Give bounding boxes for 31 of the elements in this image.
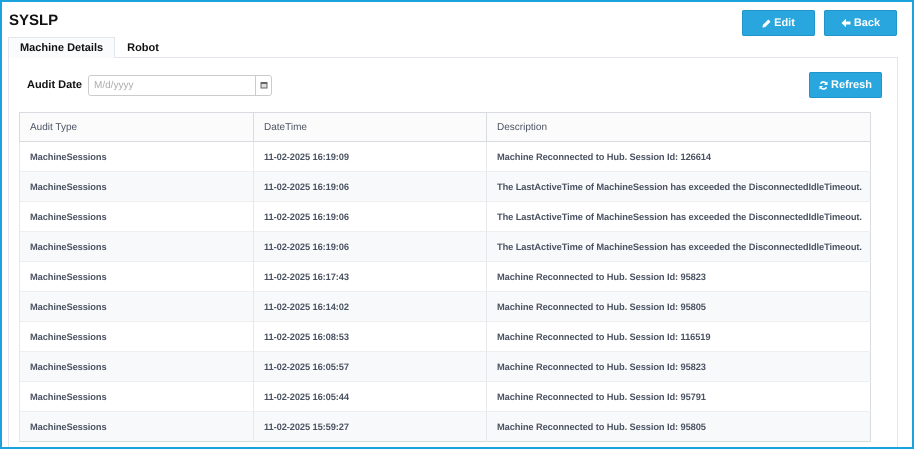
refresh-icon: [819, 80, 828, 90]
table-cell: MachineSessions: [20, 232, 254, 262]
edit-button[interactable]: Edit: [742, 10, 815, 36]
table-cell: 11-02-2025 16:14:02: [254, 292, 486, 322]
column-header: Audit Type: [20, 112, 254, 142]
table-cell: MachineSessions: [20, 292, 254, 322]
tab[interactable]: Robot: [115, 37, 171, 58]
table-cell: MachineSessions: [20, 172, 254, 202]
table-cell: MachineSessions: [20, 352, 254, 382]
table-cell: 11-02-2025 16:05:57: [254, 352, 486, 382]
pencil-icon: [762, 18, 772, 28]
table-cell: MachineSessions: [20, 412, 254, 442]
column-header: Description: [486, 112, 870, 142]
table-cell: 11-02-2025 16:19:06: [254, 172, 486, 202]
table-cell: The LastActiveTime of MachineSession has exceeded the DisconnectedIdleTimeout.: [486, 232, 870, 262]
arrow-left-icon: [840, 18, 851, 28]
table-cell: The LastActiveTime of MachineSession has exceeded the DisconnectedIdleTimeout.: [486, 172, 870, 202]
table-cell: 11-02-2025 16:19:06: [254, 232, 486, 262]
field-label: Audit Date: [27, 79, 83, 91]
date-field[interactable]: M/d/yyyy: [88, 74, 255, 96]
table-cell: Machine Reconnected to Hub. Session Id: 95805: [486, 412, 870, 442]
calendar-icon: [260, 81, 268, 89]
column-header: DateTime: [254, 112, 486, 142]
page-title: SYSLP: [9, 11, 60, 29]
table-cell: 11-02-2025 15:59:27: [254, 412, 486, 442]
tab[interactable]: Machine Details: [8, 37, 116, 58]
refresh-button[interactable]: Refresh: [809, 72, 882, 98]
back-button[interactable]: Back: [824, 10, 897, 36]
table-cell: Machine Reconnected to Hub. Session Id: 95805: [486, 292, 870, 322]
calendar-button[interactable]: [255, 74, 272, 96]
table-cell: Machine Reconnected to Hub. Session Id: 95823: [486, 352, 870, 382]
